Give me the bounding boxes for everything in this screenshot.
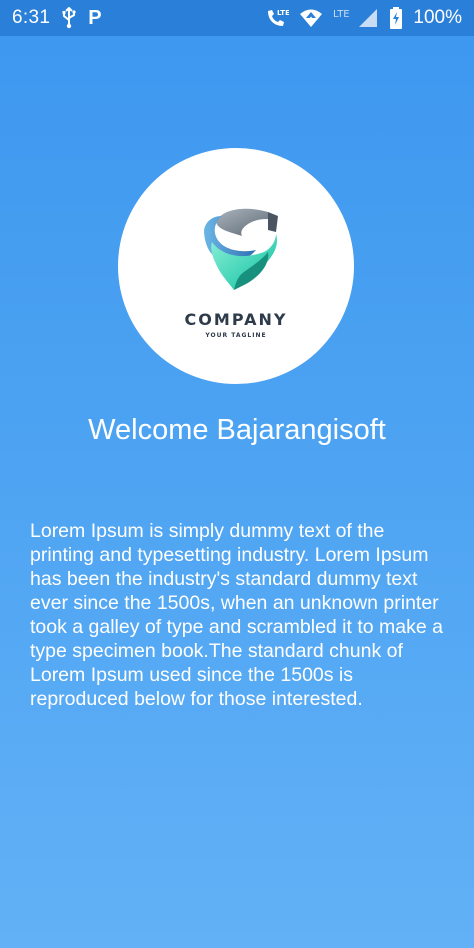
status-time: 6:31 (12, 7, 51, 28)
company-logo-mark-icon (204, 208, 278, 290)
usb-icon (60, 7, 78, 29)
volte-call-icon: LTE (265, 7, 289, 29)
company-logo: COMPANY YOUR TAGLINE (118, 148, 354, 384)
logo-company-name: COMPANY (184, 309, 288, 329)
description-paragraph: Lorem Ipsum is simply dummy text of the … (30, 520, 443, 710)
signal-icon: LTE (333, 7, 379, 29)
battery-charging-icon (389, 7, 403, 29)
status-bar: 6:31 P LTE LTE 100% (0, 0, 474, 36)
status-right-group: LTE LTE 100% (265, 7, 462, 29)
welcome-title: Welcome Bajarangisoft (88, 414, 386, 446)
lte-label-signal: LTE (333, 9, 350, 20)
status-left-group: 6:31 P (12, 7, 102, 29)
battery-percent: 100% (413, 7, 462, 28)
wifi-icon (299, 7, 323, 29)
lte-label-call: LTE (277, 9, 289, 17)
parking-icon: P (88, 6, 102, 29)
logo-tagline: YOUR TAGLINE (205, 331, 267, 339)
